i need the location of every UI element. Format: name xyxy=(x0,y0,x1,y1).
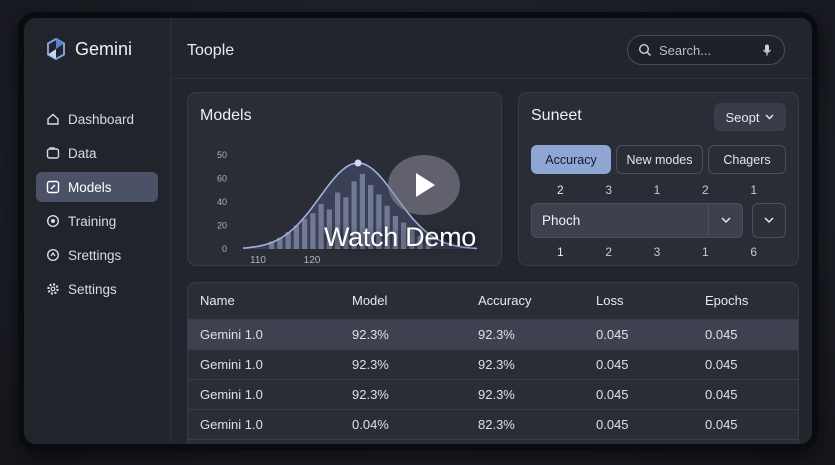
table-cell: 0.045 xyxy=(693,349,798,380)
table-cell: Gemini 1.0 xyxy=(188,379,340,410)
table-cell: 0.045 xyxy=(693,409,798,440)
table-cell: 0.045 xyxy=(584,409,693,440)
table-cell: 92.3% xyxy=(466,379,584,410)
sidebar-item-settings[interactable]: Settings xyxy=(36,274,158,304)
model-icon xyxy=(46,180,60,194)
play-icon xyxy=(416,173,435,197)
number-cell: 1 xyxy=(653,183,661,197)
sidebar-item-label: Data xyxy=(68,145,97,161)
search-input[interactable] xyxy=(659,42,753,58)
y-tick-label: 40 xyxy=(217,197,227,207)
column-header-accuracy[interactable]: Accuracy xyxy=(466,283,584,320)
chart-peak-marker xyxy=(354,159,362,167)
table-cell: Gemini 1.0 xyxy=(188,319,340,350)
table-row[interactable]: Gemini 1.0 0.04% 82.3% 0.045 0.045 xyxy=(188,409,798,440)
table-row[interactable]: Gemini 1.0 92.3% 92.3% 0.045 0.045 xyxy=(188,349,798,380)
table-cell: 92.3% xyxy=(340,319,466,350)
x-tick-label: 110 xyxy=(250,255,266,266)
table-cell: 92.3% xyxy=(340,379,466,410)
number-cell: 2 xyxy=(557,183,564,197)
brand: Gemini xyxy=(46,38,132,60)
table-row[interactable]: Gemini 1.0 92.3% 92.3% 0.045 0.045 xyxy=(188,319,798,350)
scope-select-label: Seopt xyxy=(725,109,760,125)
gemini-logo-icon xyxy=(47,38,65,60)
models-table: Name Model Accuracy Loss Epochs Gemini 1… xyxy=(188,283,798,440)
scope-select[interactable]: Seopt xyxy=(714,103,786,131)
number-row-top: 2 3 1 2 1 xyxy=(557,183,757,197)
sidebar-item-dashboard[interactable]: Dashboard xyxy=(36,104,158,134)
column-header-name[interactable]: Name xyxy=(188,283,340,320)
number-cell: 1 xyxy=(750,183,757,197)
table-cell: 0.045 xyxy=(584,379,693,410)
sidebar-item-label: Settings xyxy=(68,281,117,297)
sidebar-item-label: Models xyxy=(68,179,112,195)
header-divider xyxy=(171,78,812,79)
play-button[interactable] xyxy=(388,155,460,215)
sidebar-item-models[interactable]: Models xyxy=(36,172,158,202)
table-cell: 92.3% xyxy=(340,349,466,380)
table-cell: 0.045 xyxy=(693,379,798,410)
table-cell: 0.045 xyxy=(584,349,693,380)
chevron-down-icon xyxy=(765,114,774,120)
column-header-loss[interactable]: Loss xyxy=(584,283,693,320)
table-cell: 0.045 xyxy=(584,319,693,350)
table-cell: 0.04% xyxy=(340,409,466,440)
table-cell: Gemini 1.0 xyxy=(188,349,340,380)
home-icon xyxy=(46,112,60,126)
x-tick-label: 120 xyxy=(304,255,321,266)
sidebar-nav: Dashboard Data Models Training Srettings… xyxy=(36,104,158,308)
tab-new-modes[interactable]: New modes xyxy=(616,145,703,174)
table-cell: 92.3% xyxy=(466,319,584,350)
app-name: Gemini xyxy=(75,38,133,59)
sidebar-item-data[interactable]: Data xyxy=(36,138,158,168)
microphone-icon[interactable] xyxy=(760,43,774,57)
search-icon xyxy=(638,43,652,57)
tab-chagers[interactable]: Chagers xyxy=(708,145,786,174)
table-header-row: Name Model Accuracy Loss Epochs xyxy=(188,283,798,320)
table-row[interactable]: Gemini 1.0 92.3% 92.3% 0.045 0.045 xyxy=(188,379,798,410)
y-tick-label: 50 xyxy=(217,150,227,160)
y-tick-label: 60 xyxy=(217,174,227,184)
models-table-panel: Name Model Accuracy Loss Epochs Gemini 1… xyxy=(187,282,799,444)
number-cell: 3 xyxy=(605,183,613,197)
table-cell: 82.3% xyxy=(466,409,584,440)
folder-icon xyxy=(46,146,60,160)
watch-demo-caption: Watch Demo xyxy=(323,222,477,252)
column-header-model[interactable]: Model xyxy=(340,283,466,320)
search-bar[interactable] xyxy=(627,35,785,65)
page-title: Toople xyxy=(187,42,235,59)
sidebar-item-label: Dashboard xyxy=(68,111,135,127)
gear-icon xyxy=(46,282,60,296)
table-cell: 92.3% xyxy=(466,349,584,380)
table-cell: 0.045 xyxy=(693,319,798,350)
column-header-epochs[interactable]: Epochs xyxy=(693,283,798,320)
table-cell: Gemini 1.0 xyxy=(188,409,340,440)
tab-accuracy[interactable]: Accuracy xyxy=(531,145,611,174)
suneet-panel-title: Suneet xyxy=(531,107,582,124)
number-cell: 2 xyxy=(701,183,709,197)
